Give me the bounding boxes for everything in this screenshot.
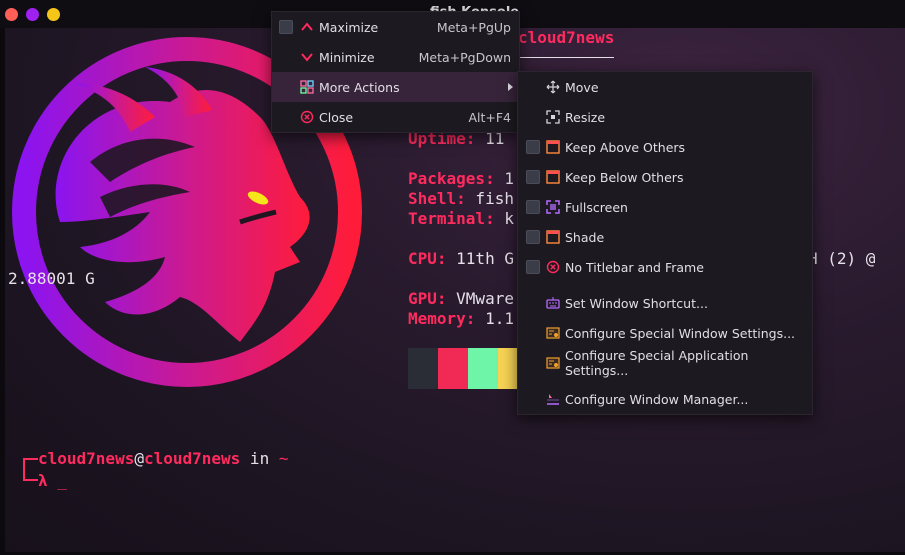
menu-item-label: Configure Special Window Settings... (565, 325, 796, 341)
keep-above-checkbox[interactable] (526, 140, 540, 154)
maximize-window-button[interactable] (26, 8, 39, 21)
neofetch-left-fragment: 2.88001 G (8, 269, 95, 288)
menu-item-label: Shade (565, 229, 605, 245)
prompt-host: cloud7news (143, 449, 241, 468)
shade-icon (546, 230, 560, 244)
chevron-down-icon (301, 53, 313, 62)
neofetch-shell: Shell: fish (408, 189, 514, 208)
neofetch-value: fish (465, 189, 514, 208)
keyboard-icon (546, 297, 560, 309)
color-swatch (408, 348, 438, 389)
close-circle-icon (546, 260, 560, 274)
menu-item-shortcut: Alt+F4 (468, 109, 511, 125)
neofetch-separator (518, 57, 614, 58)
menu-item-shortcut: Meta+PgUp (436, 19, 511, 35)
menu-item-label: Set Window Shortcut... (565, 295, 708, 311)
window-manager-icon (547, 394, 559, 405)
prompt-in: in (240, 449, 279, 468)
window-settings-icon (546, 327, 560, 339)
menu-item-keep-below[interactable]: Keep Below Others (518, 162, 812, 192)
konsole-window: fish Konsole cloud7news Uptime: 11 Packa… (0, 0, 905, 555)
menu-item-label: Keep Below Others (565, 169, 684, 185)
minimize-window-button[interactable] (47, 8, 60, 21)
menu-item-close[interactable]: Close Alt+F4 (272, 102, 519, 132)
neofetch-key: CPU: (408, 249, 447, 268)
neofetch-gpu: GPU: VMware (408, 289, 514, 308)
keep-below-checkbox[interactable] (526, 170, 540, 184)
menu-item-label: No Titlebar and Frame (565, 259, 704, 275)
menu-item-shade[interactable]: Shade (518, 222, 812, 252)
app-settings-icon (546, 357, 560, 369)
neofetch-packages: Packages: 1 (408, 169, 514, 188)
neofetch-key: Packages: (408, 169, 495, 188)
window-below-icon (546, 170, 560, 184)
move-icon (546, 80, 560, 94)
menu-item-label: Minimize (319, 49, 375, 65)
window-above-icon (546, 140, 560, 154)
neofetch-cpu: CPU: 11th G (408, 249, 514, 268)
window-menu: Maximize Meta+PgUp Minimize Meta+PgDown … (271, 11, 520, 133)
prompt-dir: ~ (278, 449, 289, 468)
shade-checkbox[interactable] (526, 230, 540, 244)
maximize-checkbox[interactable] (279, 20, 293, 34)
chevron-up-icon (301, 22, 313, 31)
menu-item-label: More Actions (319, 79, 400, 95)
menu-item-resize[interactable]: Resize (518, 102, 812, 132)
prompt-at: @ (134, 449, 144, 468)
neofetch-userhost: cloud7news (518, 28, 615, 47)
neofetch-memory: Memory: 1.1 (408, 309, 514, 328)
neofetch-key: Memory: (408, 309, 476, 328)
neofetch-value: k (494, 209, 514, 228)
menu-item-label: Move (565, 79, 599, 95)
menu-item-special-app-settings[interactable]: Configure Special Application Settings..… (518, 348, 812, 378)
terminal-cursor: _ (57, 471, 67, 490)
fullscreen-checkbox[interactable] (526, 200, 540, 214)
menu-item-label: Configure Special Application Settings..… (565, 348, 749, 378)
menu-item-maximize[interactable]: Maximize Meta+PgUp (272, 12, 519, 42)
neofetch-value: 1.1 (475, 309, 514, 328)
color-swatch (468, 348, 498, 389)
neofetch-value: 11th G (446, 249, 514, 268)
neofetch-value: VMware (446, 289, 514, 308)
neofetch-key: Terminal: (408, 209, 495, 228)
neofetch-value: 1 (494, 169, 514, 188)
submenu-arrow-icon (508, 83, 513, 91)
neofetch-terminal: Terminal: k (408, 209, 514, 228)
neofetch-cpu-tail: H (2) @ (808, 249, 876, 268)
menu-item-shortcut: Meta+PgDown (418, 49, 511, 65)
prompt-line: cloud7news@cloud7news in ~ (38, 449, 288, 468)
close-circle-icon (300, 110, 314, 124)
menu-item-label: Configure Window Manager... (565, 391, 749, 407)
neofetch-key: Shell: (408, 189, 466, 208)
prompt-input-line[interactable]: λ _ (38, 471, 67, 490)
menu-item-label: Fullscreen (565, 199, 628, 215)
no-titlebar-checkbox[interactable] (526, 260, 540, 274)
menu-item-fullscreen[interactable]: Fullscreen (518, 192, 812, 222)
menu-item-set-shortcut[interactable]: Set Window Shortcut... (518, 288, 812, 318)
neofetch-key: GPU: (408, 289, 447, 308)
menu-item-more-actions[interactable]: More Actions (272, 72, 519, 102)
menu-item-keep-above[interactable]: Keep Above Others (518, 132, 812, 162)
menu-item-label: Close (319, 109, 354, 125)
menu-item-label: Resize (565, 109, 606, 125)
menu-item-minimize[interactable]: Minimize Meta+PgDown (272, 42, 519, 72)
more-actions-submenu: Move Resize Keep Above Others Keep Below… (517, 71, 813, 415)
color-swatches (408, 348, 528, 389)
prompt-lambda: λ (38, 471, 48, 490)
menu-item-configure-wm[interactable]: Configure Window Manager... (518, 384, 812, 414)
color-swatch (438, 348, 468, 389)
menu-item-special-window-settings[interactable]: Configure Special Window Settings... (518, 318, 812, 348)
resize-icon (546, 110, 560, 124)
prompt-user: cloud7news (38, 449, 135, 468)
fullscreen-icon (546, 200, 560, 214)
menu-item-move[interactable]: Move (518, 72, 812, 102)
close-window-button[interactable] (5, 8, 18, 21)
menu-item-no-titlebar[interactable]: No Titlebar and Frame (518, 252, 812, 282)
menu-item-label: Maximize (319, 19, 379, 35)
menu-item-label: Keep Above Others (565, 139, 686, 155)
grid-icon (300, 80, 314, 94)
